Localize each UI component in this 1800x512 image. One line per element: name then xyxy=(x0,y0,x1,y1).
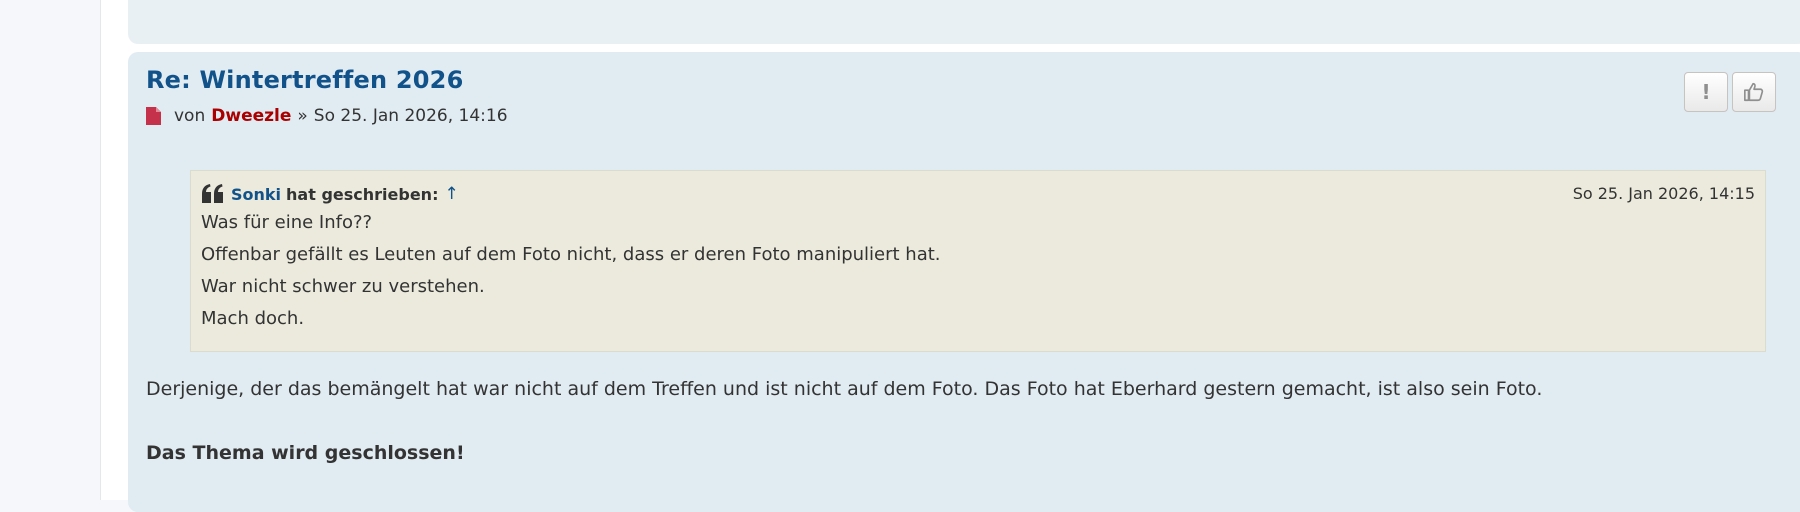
quote-timestamp: So 25. Jan 2026, 14:15 xyxy=(1572,184,1755,203)
meta-separator: » xyxy=(297,106,308,126)
quote-author-link[interactable]: Sonki xyxy=(231,185,281,204)
post-meta: von Dweezle » So 25. Jan 2026, 14:16 xyxy=(146,106,508,126)
post-closing: Das Thema wird geschlossen! xyxy=(146,442,465,464)
file-icon[interactable] xyxy=(146,107,161,125)
quote-block: Sonki hat geschrieben: ↑ So 25. Jan 2026… xyxy=(190,170,1766,352)
quote-line: Was für eine Info?? xyxy=(201,212,373,233)
quote-line: War nicht schwer zu verstehen. xyxy=(201,276,485,297)
report-button[interactable]: ! xyxy=(1684,72,1728,112)
quote-says-label: hat geschrieben: xyxy=(286,184,439,204)
by-label: von xyxy=(174,106,206,126)
quote-jump-link[interactable]: ↑ xyxy=(444,184,458,204)
post-timestamp: So 25. Jan 2026, 14:16 xyxy=(313,106,508,126)
page-gutter xyxy=(0,0,100,500)
post-title[interactable]: Re: Wintertreffen 2026 xyxy=(146,66,463,94)
author-link[interactable]: Dweezle xyxy=(211,106,291,126)
like-button[interactable] xyxy=(1732,72,1776,112)
quote-icon xyxy=(202,184,223,203)
post-body: Derjenige, der das bemängelt hat war nic… xyxy=(146,378,1543,400)
exclamation-icon: ! xyxy=(1701,80,1711,104)
quote-header: Sonki hat geschrieben: ↑ xyxy=(201,181,1755,207)
quote-line: Mach doch. xyxy=(201,308,305,329)
thumbs-up-icon xyxy=(1744,82,1764,102)
previous-post xyxy=(128,0,1800,44)
post-buttons: ! xyxy=(1684,72,1776,112)
quote-line: Offenbar gefällt es Leuten auf dem Foto … xyxy=(201,244,941,265)
forum-post: Re: Wintertreffen 2026 von Dweezle » So … xyxy=(128,52,1800,512)
